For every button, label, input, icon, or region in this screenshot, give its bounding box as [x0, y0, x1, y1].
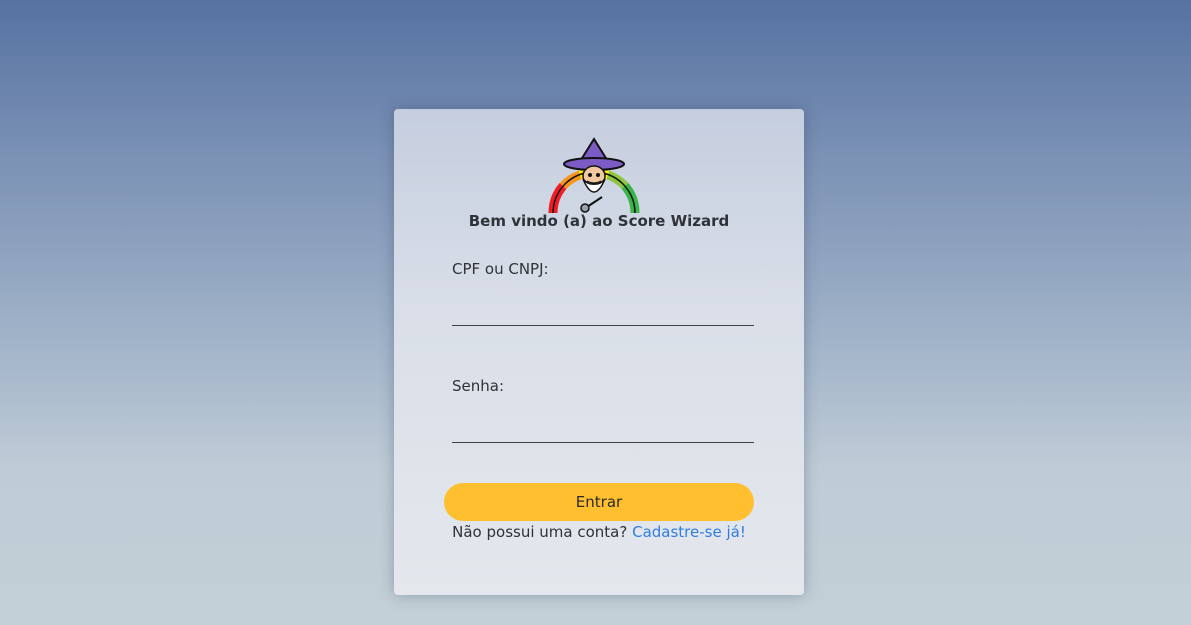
document-label: CPF ou CNPJ:	[452, 260, 549, 278]
signup-link[interactable]: Cadastre-se já!	[632, 523, 746, 541]
signup-prompt: Não possui uma conta?	[452, 523, 628, 541]
score-wizard-logo-icon	[548, 137, 640, 214]
password-input[interactable]	[452, 414, 754, 443]
signup-row: Não possui uma conta? Cadastre-se já!	[394, 523, 804, 541]
enter-button[interactable]: Entrar	[444, 483, 754, 521]
login-card: Bem vindo (a) ao Score Wizard CPF ou CNP…	[394, 109, 804, 595]
welcome-heading: Bem vindo (a) ao Score Wizard	[468, 212, 730, 230]
password-label: Senha:	[452, 377, 505, 395]
document-input[interactable]	[452, 297, 754, 326]
